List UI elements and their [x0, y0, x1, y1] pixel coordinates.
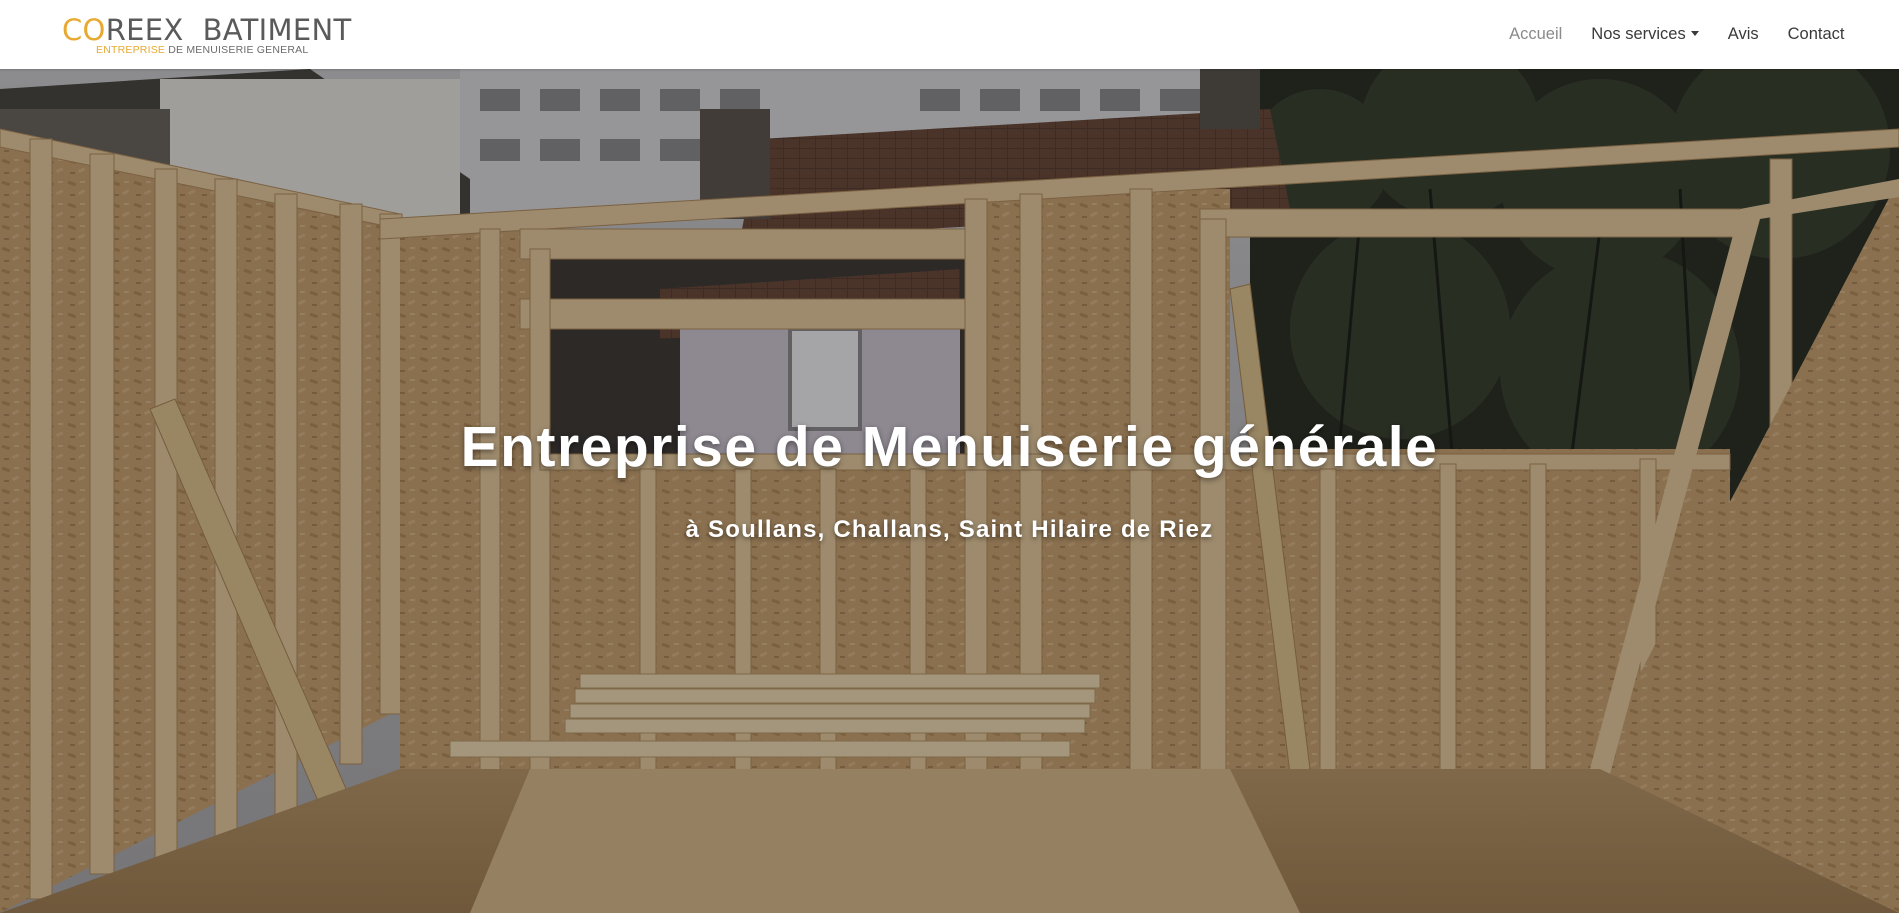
brand-tagline-accent: ENTREPRISE [96, 44, 166, 56]
nav-item-contact[interactable]: Contact [1773, 25, 1859, 44]
nav-item-avis[interactable]: Avis [1713, 25, 1773, 44]
hero-subtitle: à Soullans, Challans, Saint Hilaire de R… [685, 516, 1214, 543]
hero-section: Entreprise de Menuiserie générale à Soul… [0, 69, 1899, 913]
hero-title: Entreprise de Menuiserie générale [460, 415, 1439, 479]
nav-item-nos-services-label: Nos services [1591, 25, 1686, 43]
top-navbar: COREEX BATIMENT ENTREPRISE DE MENUISERIE… [0, 0, 1899, 69]
caret-down-icon [1690, 31, 1699, 36]
brand-logo-text: COREEX BATIMENT [62, 15, 352, 45]
main-nav: Accueil Nos services Avis Contact [1495, 0, 1859, 69]
nav-item-accueil[interactable]: Accueil [1495, 25, 1577, 44]
brand-tagline-rest: DE MENUISERIE GENERAL [165, 44, 309, 56]
hero-dark-overlay [0, 69, 1899, 913]
brand-logo-accent: CO [62, 13, 106, 47]
brand-logo-link[interactable]: COREEX BATIMENT ENTREPRISE DE MENUISERIE… [62, 15, 352, 56]
brand-logo-rest: REEX BATIMENT [105, 13, 352, 47]
nav-item-nos-services[interactable]: Nos services [1577, 25, 1713, 44]
